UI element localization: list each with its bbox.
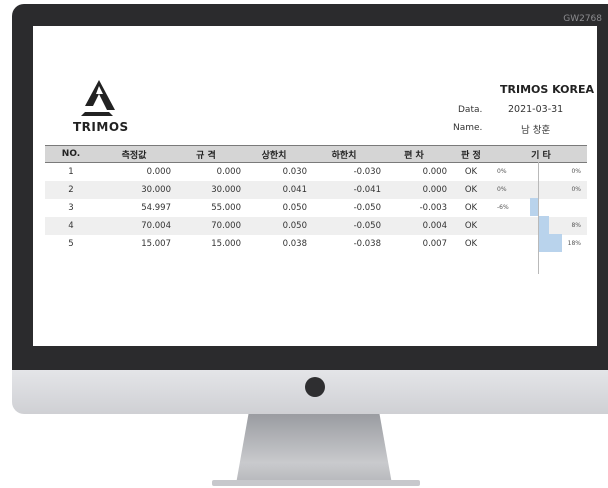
- cell-upper: 0.038: [282, 239, 307, 249]
- cell-deviation: 0.007: [422, 239, 447, 249]
- cell-spec: 15.000: [211, 239, 241, 249]
- cell-judge: OK: [464, 239, 478, 249]
- header-spec: 규 격: [171, 145, 241, 163]
- date-label: Data.: [458, 105, 483, 115]
- cell-etc: 0% 0%: [495, 163, 587, 182]
- cell-etc: -6%: [495, 199, 587, 217]
- pct-right: 0%: [571, 168, 581, 175]
- pct-right: 0%: [571, 186, 581, 193]
- header-judge: 판 정: [447, 145, 495, 163]
- cell-upper: 0.030: [282, 167, 307, 177]
- cell-spec: 55.000: [211, 203, 241, 213]
- cell-deviation: 0.004: [381, 217, 447, 235]
- cell-spec: 70.000: [171, 217, 241, 235]
- date-value: 2021-03-31: [508, 104, 564, 115]
- results-table: NO. 측정값 규 격 상한치 하한치 편 차 판 정 기 타 1 0.000 …: [45, 145, 587, 253]
- pct-left: 0%: [497, 186, 507, 193]
- table-row: 5 15.007 15.000 0.038 -0.038 0.007 OK 18…: [45, 235, 587, 253]
- cell-no: 3: [68, 203, 74, 213]
- pct-left: -6%: [497, 204, 509, 211]
- name-label: Name.: [453, 123, 483, 133]
- cell-upper: 0.050: [282, 203, 307, 213]
- pct-right: 18%: [567, 240, 581, 247]
- cell-judge: OK: [464, 167, 478, 177]
- cell-judge: OK: [464, 203, 478, 213]
- cell-upper: 0.041: [241, 181, 307, 199]
- cell-etc: 0% 0%: [495, 181, 587, 199]
- deviation-bar: [539, 216, 550, 234]
- table-row: 1 0.000 0.000 0.030 -0.030 0.000 OK 0% 0…: [45, 163, 587, 182]
- cell-deviation: 0.000: [422, 167, 447, 177]
- trimos-logo: TRIMOS: [73, 78, 128, 138]
- cell-lower: -0.030: [353, 167, 381, 177]
- monitor-stand-base: [212, 480, 420, 486]
- trimos-logo-icon: [81, 80, 115, 116]
- header-etc: 기 타: [495, 145, 587, 163]
- deviation-bar: [539, 234, 563, 252]
- header-deviation: 편 차: [381, 145, 447, 163]
- table-row: 2 30.000 30.000 0.041 -0.041 0.000 OK 0%…: [45, 181, 587, 199]
- table-row: 4 70.004 70.000 0.050 -0.050 0.004 OK 8%: [45, 217, 587, 235]
- cell-measured: 30.000: [97, 181, 171, 199]
- cell-no: 1: [68, 167, 74, 177]
- pct-left: 0%: [497, 168, 507, 175]
- table-header-row: NO. 측정값 규 격 상한치 하한치 편 차 판 정 기 타: [45, 145, 587, 163]
- cell-lower: -0.038: [353, 239, 381, 249]
- table-row: 3 54.997 55.000 0.050 -0.050 -0.003 OK -…: [45, 199, 587, 217]
- report-screen: TRIMOS TRIMOS KOREA Data. 2021-03-31 Nam…: [33, 26, 597, 346]
- cell-measured: 15.007: [141, 239, 171, 249]
- cell-measured: 54.997: [141, 203, 171, 213]
- cell-lower: -0.050: [353, 203, 381, 213]
- deviation-bar: [530, 198, 538, 216]
- cell-judge: OK: [447, 181, 495, 199]
- cell-measured: 0.000: [146, 167, 171, 177]
- cell-spec: 0.000: [216, 167, 241, 177]
- cell-deviation: -0.003: [419, 203, 447, 213]
- name-value: 남 창훈: [521, 125, 551, 136]
- header-no: NO.: [45, 145, 97, 163]
- cell-no: 2: [45, 181, 97, 199]
- header-measured: 측정값: [97, 145, 171, 163]
- header-upper: 상한치: [241, 145, 307, 163]
- cell-deviation: 0.000: [381, 181, 447, 199]
- cell-measured: 70.004: [97, 217, 171, 235]
- pct-right: 8%: [571, 222, 581, 229]
- cell-judge: OK: [447, 217, 495, 235]
- monitor-stand: [236, 414, 392, 484]
- header-lower: 하한치: [307, 145, 381, 163]
- logo-text: TRIMOS: [73, 120, 129, 134]
- cell-lower: -0.050: [307, 217, 381, 235]
- cell-spec: 30.000: [171, 181, 241, 199]
- cell-lower: -0.041: [307, 181, 381, 199]
- power-button-icon: [305, 377, 325, 397]
- model-code: GW2768: [563, 14, 602, 24]
- cell-no: 5: [68, 239, 74, 249]
- company-name: TRIMOS KOREA: [500, 83, 594, 96]
- cell-no: 4: [45, 217, 97, 235]
- cell-upper: 0.050: [241, 217, 307, 235]
